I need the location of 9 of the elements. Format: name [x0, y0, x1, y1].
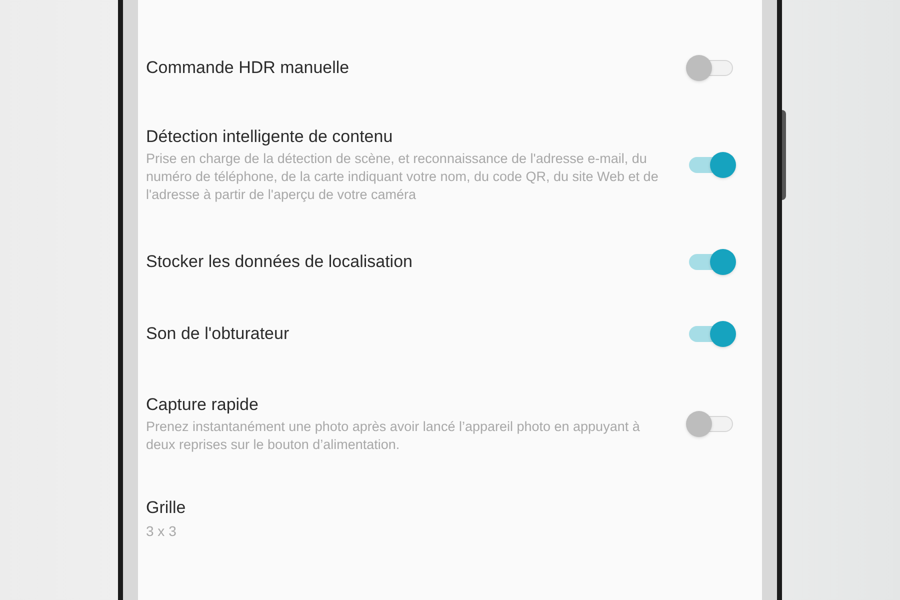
setting-description: Prenez instantanément une photo après avoir lancé l’appareil photo en appuyant à deux reprises sur le bouton d’alimentation.	[146, 418, 641, 454]
setting-description: Prise en charge de la détection de scène, et reconnaissance de l'adresse e-mail, du numéro de téléphone, de la carte indiquant votre nom, du code QR, du site Web et de l'adresse à partir de l'aperçu de votre caméra	[146, 150, 660, 204]
setting-title: Grille	[146, 497, 187, 519]
setting-title: Stocker les données de localisation	[146, 251, 414, 273]
setting-title: Capture rapide	[146, 394, 260, 416]
setting-title: Son de l'obturateur	[146, 323, 290, 345]
setting-value: 3 x 3	[146, 522, 178, 541]
setting-title: Détection intelligente de contenu	[146, 126, 394, 148]
setting-title: Commande HDR manuelle	[146, 57, 350, 79]
